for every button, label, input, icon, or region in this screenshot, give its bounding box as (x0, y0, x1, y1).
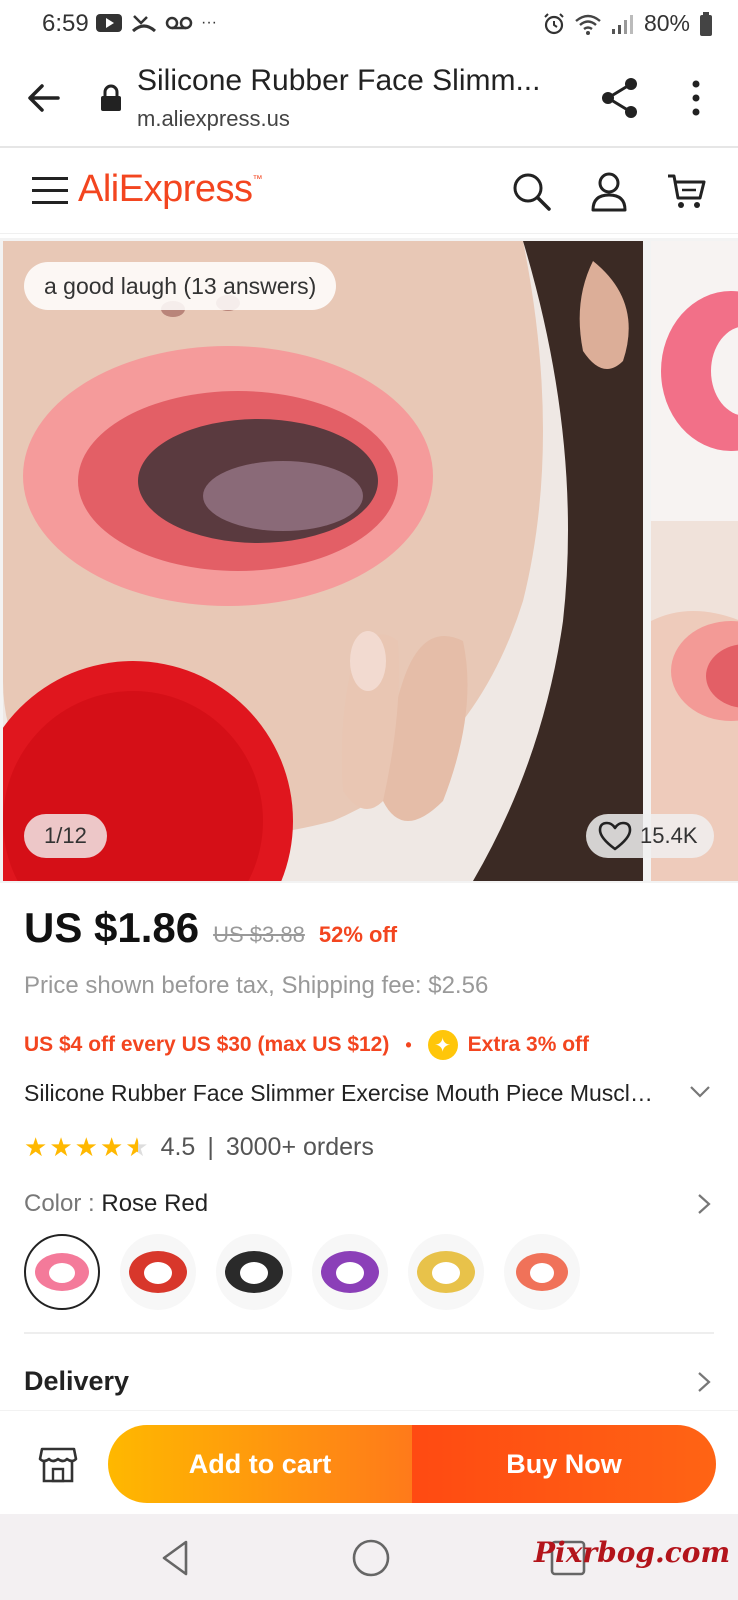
swatch-black[interactable] (216, 1234, 292, 1310)
wishlist-count: 15.4K (640, 823, 698, 848)
image-page-indicator: 1/12 (24, 814, 107, 858)
lip-trainer-icon (129, 1251, 187, 1293)
order-count: 3000+ orders (225, 1133, 374, 1161)
current-price: US $1.86 (24, 904, 200, 951)
swatch-rose-red[interactable] (24, 1234, 100, 1310)
nav-home-icon[interactable] (349, 1536, 393, 1580)
color-swatches (24, 1234, 580, 1310)
add-to-cart-button[interactable]: Add to cart (108, 1425, 412, 1503)
wishlist-button[interactable]: 15.4K (586, 814, 714, 858)
star-icon: ★ (49, 1132, 73, 1162)
star-icon: ★ (24, 1132, 48, 1162)
price-row: US $1.86 US $3.88 52% off (24, 904, 397, 952)
product-title[interactable]: Silicone Rubber Face Slimmer Exercise Mo… (24, 1080, 664, 1107)
product-main-image[interactable] (3, 241, 643, 881)
coin-star-icon: ✦ (427, 1030, 458, 1060)
logo-text: AliExpress (78, 168, 253, 210)
promo-row[interactable]: US $4 off every US $30 (max US $12) • ✦ … (24, 1030, 589, 1060)
search-icon[interactable] (510, 170, 552, 212)
swatch-purple[interactable] (312, 1234, 388, 1310)
swatch-orange[interactable] (504, 1234, 580, 1310)
back-arrow-icon[interactable] (26, 80, 62, 116)
star-rating: ★ ★ ★ ★ ★ (24, 1132, 149, 1163)
discount-label: 52% off (318, 922, 398, 947)
battery-percent: 80% (643, 10, 690, 36)
alarm-icon (544, 12, 564, 34)
swatch-yellow[interactable] (408, 1234, 484, 1310)
color-selector-row[interactable]: Color : Rose Red (24, 1190, 714, 1218)
purchase-action-bar: Add to cart Buy Now (0, 1410, 738, 1514)
chevron-right-icon[interactable] (694, 1192, 714, 1216)
next-photo-illustration (651, 241, 738, 881)
section-divider (24, 1332, 714, 1334)
swatch-red[interactable] (120, 1234, 196, 1310)
promo-separator: • (405, 1034, 412, 1055)
status-notification-icons: ··· (95, 12, 217, 34)
voicemail-icon (165, 16, 193, 30)
signal-icon (611, 14, 633, 34)
lip-trainer-icon (417, 1251, 475, 1293)
chevron-right-icon[interactable] (694, 1370, 714, 1394)
wifi-icon (575, 14, 601, 35)
color-label: Color (24, 1190, 82, 1217)
heart-icon (598, 821, 632, 851)
half-star-icon: ★ (125, 1132, 149, 1162)
rating-row[interactable]: ★ ★ ★ ★ ★ 4.5 | 3000+ orders (24, 1132, 374, 1163)
product-image-gallery[interactable]: a good laugh (13 answers) 1/12 15.4K (0, 238, 738, 883)
coupon-promo[interactable]: US $4 off every US $30 (max US $12) (24, 1033, 389, 1057)
star-icon: ★ (99, 1132, 124, 1162)
lip-trainer-icon (321, 1251, 379, 1293)
qa-badge[interactable]: a good laugh (13 answers) (24, 262, 337, 310)
original-price: US $3.88 (213, 922, 305, 947)
buy-now-button[interactable]: Buy Now (412, 1425, 716, 1503)
nav-back-icon[interactable] (154, 1536, 198, 1580)
chevron-down-icon[interactable] (688, 1082, 712, 1102)
lock-icon (101, 84, 121, 111)
logo-tm: ™ (252, 174, 263, 185)
site-header: AliExpress™ (0, 150, 738, 234)
delivery-label: Delivery (24, 1366, 130, 1396)
status-time: 6:59 (42, 10, 89, 37)
lip-trainer-icon (225, 1251, 283, 1293)
system-navigation-bar: Pixrbog.com (0, 1514, 738, 1600)
hamburger-menu-icon[interactable] (30, 172, 70, 208)
cart-icon[interactable] (666, 170, 708, 212)
store-icon[interactable] (38, 1445, 78, 1485)
more-notifications-dots: ··· (201, 14, 217, 31)
rating-score: 4.5 (160, 1133, 196, 1161)
lip-trainer-icon (516, 1253, 568, 1291)
status-system-icons: 80% (542, 10, 714, 37)
page-title[interactable]: Silicone Rubber Face Slimm... (137, 64, 557, 98)
share-icon[interactable] (600, 76, 640, 120)
aliexpress-logo[interactable]: AliExpress™ (78, 168, 262, 211)
account-icon[interactable] (588, 170, 630, 212)
product-photo-illustration (3, 241, 643, 881)
more-options-icon[interactable] (684, 78, 708, 118)
delivery-row[interactable]: Delivery (24, 1366, 714, 1397)
color-separator: : (81, 1190, 102, 1217)
lip-trainer-icon (35, 1253, 89, 1291)
star-icon: ★ (74, 1132, 98, 1162)
status-bar: 6:59 ··· 80% (0, 0, 738, 50)
battery-icon (700, 11, 712, 36)
rating-separator: | (207, 1133, 214, 1161)
missed-call-icon (131, 15, 157, 33)
url-domain[interactable]: m.aliexpress.us (137, 106, 290, 132)
browser-address-bar: Silicone Rubber Face Slimm... m.aliexpre… (0, 50, 738, 148)
youtube-icon (96, 14, 122, 32)
watermark: Pixrbog.com (534, 1536, 731, 1569)
extra-discount[interactable]: Extra 3% off (468, 1033, 589, 1057)
product-thumbnail-next[interactable] (651, 241, 738, 881)
tax-shipping-note: Price shown before tax, Shipping fee: $2… (24, 972, 489, 999)
selected-color-value: Rose Red (101, 1190, 209, 1217)
